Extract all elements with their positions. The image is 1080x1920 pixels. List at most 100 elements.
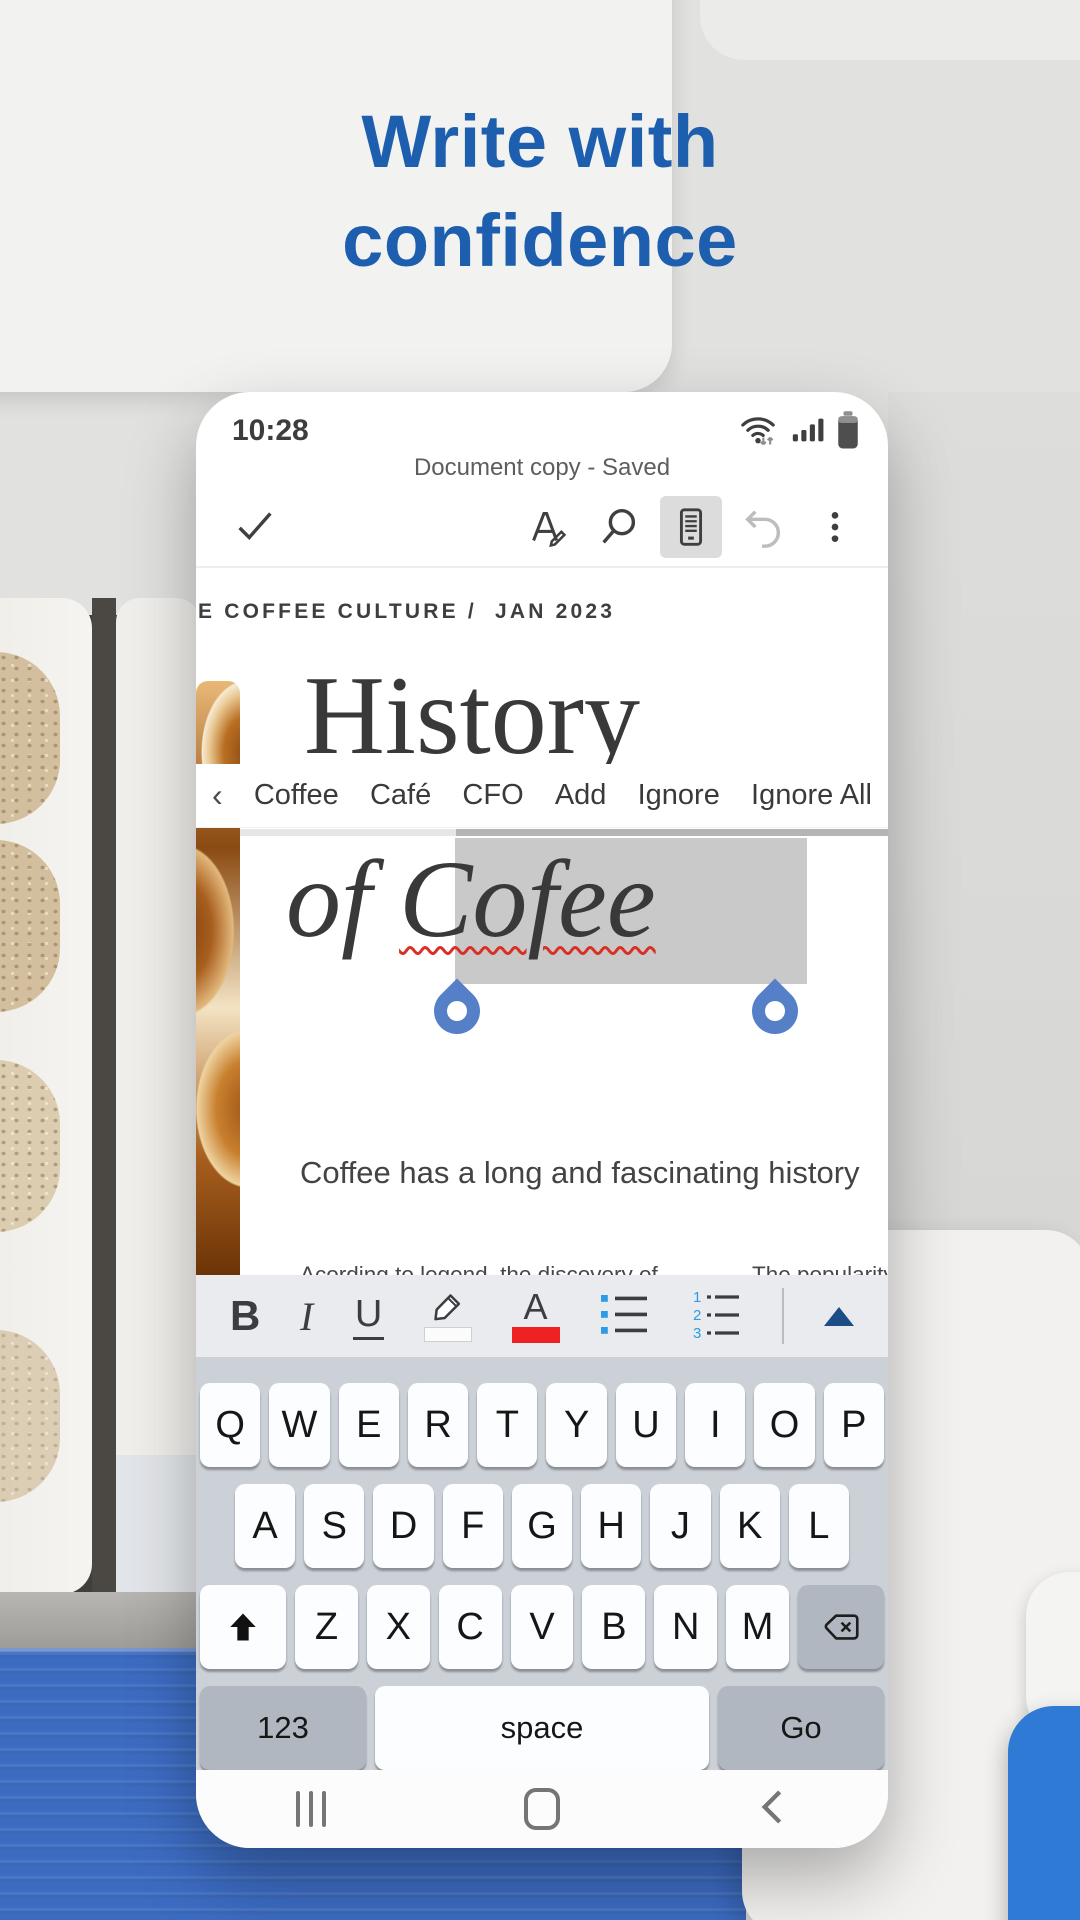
key-p[interactable]: P [824,1383,884,1467]
key-j[interactable]: J [650,1484,710,1568]
collapse-keyboard-button[interactable] [824,1307,854,1326]
shift-key[interactable] [200,1585,286,1669]
symbols-key[interactable]: 123 [200,1686,366,1770]
col1-line1: Acording to legend, the discovery of [300,1252,700,1275]
suggestion-add[interactable]: Add [555,779,607,812]
blue-object [1008,1706,1080,1920]
key-g[interactable]: G [512,1484,572,1568]
keyboard-row-3: Z X C V B N M [200,1585,884,1669]
bullet-list-button[interactable] [599,1291,651,1342]
svg-text:1: 1 [693,1289,701,1306]
hero-title: Write with confidence [0,92,1080,290]
body-column-1: Acording to legend, the discovery of cof… [300,1160,700,1275]
key-y[interactable]: Y [546,1383,606,1467]
key-u[interactable]: U [616,1383,676,1467]
document-heading-line2: of Cofee [286,836,656,963]
keyboard-row-2: A S D F G H J K L [235,1484,849,1568]
search-icon[interactable] [588,496,650,558]
spell-suggestion-bar: ‹ Coffee Café CFO Add Ignore Ignore All [196,764,888,828]
wifi-icon [738,411,778,454]
heading-plain-text: of [286,838,399,960]
font-color-button[interactable]: A [512,1289,560,1343]
key-n[interactable]: N [654,1585,717,1669]
italic-button[interactable]: I [300,1293,313,1340]
overflow-menu-icon[interactable] [804,496,866,558]
recents-icon[interactable] [296,1791,326,1827]
confirm-check-icon[interactable] [232,502,278,553]
key-e[interactable]: E [339,1383,399,1467]
format-toolbar: B I U A [196,1275,888,1357]
hero-title-line2: confidence [0,191,1080,290]
svg-text:2: 2 [693,1307,701,1324]
speckled-tray [116,598,200,1594]
masthead: E COFFEE CULTURE / JAN 2023 [198,600,615,624]
key-f[interactable]: F [443,1484,503,1568]
key-v[interactable]: V [511,1585,574,1669]
key-c[interactable]: C [439,1585,502,1669]
back-icon[interactable] [756,1787,790,1832]
key-h[interactable]: H [581,1484,641,1568]
document-canvas[interactable]: E COFFEE CULTURE / JAN 2023 History of C… [196,568,888,1275]
screenshot-root: Write with confidence 10:28 [0,0,1080,1920]
highlight-color-button[interactable] [424,1291,472,1342]
suggestion-cafe[interactable]: Café [370,779,431,812]
key-l[interactable]: L [789,1484,849,1568]
mobile-view-icon[interactable] [660,496,722,558]
key-d[interactable]: D [373,1484,433,1568]
status-icons [738,412,860,452]
suggestion-back-chevron[interactable]: ‹ [212,777,223,814]
table-edge [0,1592,200,1656]
undo-icon [732,496,794,558]
scroll-track [240,829,456,836]
highlight-swatch [424,1327,472,1342]
keyboard-row-1: Q W E R T Y U I O P [200,1383,884,1467]
font-color-letter: A [524,1289,548,1325]
keyboard-row-4: 123 space Go [200,1686,884,1770]
battery-icon [836,410,860,455]
key-t[interactable]: T [477,1383,537,1467]
key-x[interactable]: X [367,1585,430,1669]
key-m[interactable]: M [726,1585,789,1669]
col2-line1: The popularity [752,1252,888,1275]
hero-title-line1: Write with [0,92,1080,191]
numbered-list-button[interactable]: 1 2 3 [691,1288,743,1345]
key-a[interactable]: A [235,1484,295,1568]
key-b[interactable]: B [582,1585,645,1669]
bold-button[interactable]: B [230,1292,260,1340]
keyboard: Q W E R T Y U I O P A S D F G H J K L [196,1357,888,1770]
svg-text:3: 3 [693,1325,701,1340]
suggestion-ignore-all[interactable]: Ignore All [751,779,872,812]
space-key[interactable]: space [375,1686,709,1770]
document-heading-line1: History [304,652,640,781]
status-time: 10:28 [232,414,309,448]
heading-selected-misspelled-word[interactable]: Cofee [399,838,656,960]
highlighter-icon [428,1291,468,1325]
desk-panel-top-right [700,0,1080,60]
col1-line1-rest: to legend, the discovery of [389,1262,658,1275]
key-k[interactable]: K [720,1484,780,1568]
phone-frame: 10:28 [196,392,888,1848]
tray-gap [92,598,116,1594]
signal-icon [790,413,824,452]
format-font-icon[interactable] [516,496,578,558]
backspace-key[interactable] [798,1585,884,1669]
key-o[interactable]: O [754,1383,814,1467]
format-toolbar-divider [782,1288,784,1344]
scroll-thumb[interactable] [456,829,888,836]
key-q[interactable]: Q [200,1383,260,1467]
misspelled-word-acording[interactable]: Acording [300,1262,389,1275]
body-column-2: The popularity spread through 18th centu… [752,1160,888,1275]
app-toolbar [196,490,888,564]
suggestion-coffee[interactable]: Coffee [254,779,339,812]
home-icon[interactable] [524,1788,560,1830]
suggestion-cfo[interactable]: CFO [462,779,523,812]
suggestion-ignore[interactable]: Ignore [638,779,720,812]
go-key[interactable]: Go [718,1686,884,1770]
key-s[interactable]: S [304,1484,364,1568]
key-z[interactable]: Z [295,1585,358,1669]
key-i[interactable]: I [685,1383,745,1467]
underline-button[interactable]: U [353,1293,384,1340]
key-w[interactable]: W [269,1383,329,1467]
speckled-tray-lower [116,1455,200,1594]
key-r[interactable]: R [408,1383,468,1467]
